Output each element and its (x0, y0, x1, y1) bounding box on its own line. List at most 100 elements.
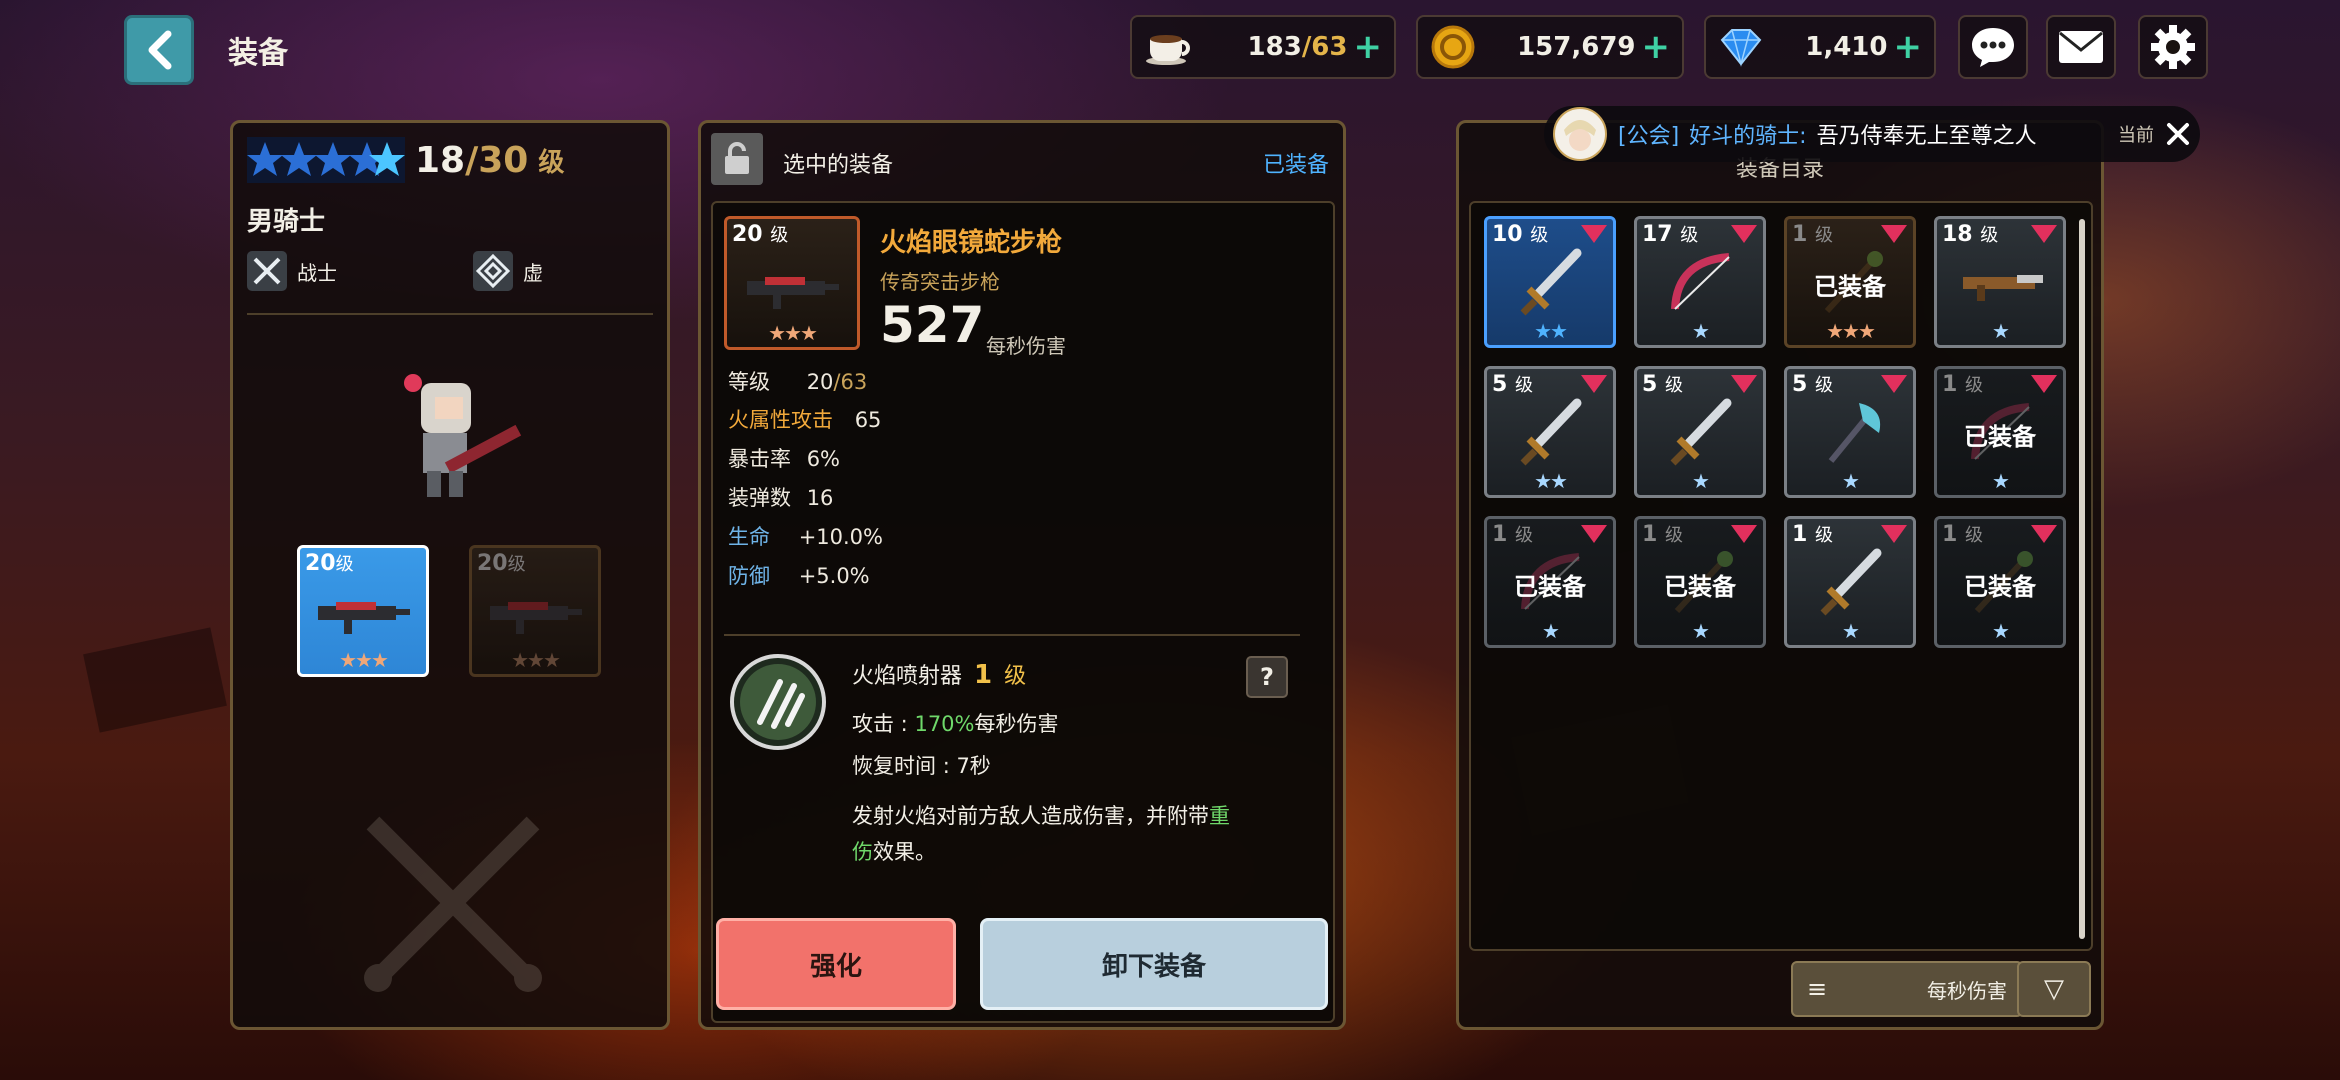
chat-tag: 当前 (2118, 125, 2154, 146)
stat-row-fire-attack: 火属性攻击 65 (728, 408, 882, 432)
rifle-icon (747, 277, 839, 309)
catalog-item-stars: ★ (1692, 469, 1710, 493)
catalog-item-stars: ★ (1842, 469, 1860, 493)
hero-stars-icon (247, 137, 405, 183)
new-indicator-icon (1881, 225, 1907, 243)
mail-button[interactable] (2046, 15, 2116, 79)
chat-channel: [公会] (1618, 124, 1680, 149)
hero-weapon-slot-2[interactable]: 20级 ★★★ (469, 545, 601, 677)
close-icon[interactable] (2164, 120, 2192, 148)
level-suffix: 级 (1664, 375, 1683, 396)
filter-triangle-icon: ▽ (2044, 974, 2064, 1004)
skill-level-unit: 级 (1004, 664, 1027, 689)
stamina-max: /63 (1301, 32, 1348, 62)
selected-item-name: 火焰眼镜蛇步枪 (880, 228, 1063, 258)
catalog-item-level: 5 (1642, 372, 1658, 397)
catalog-item-stars: ★ (1992, 469, 2010, 493)
equipped-tag: 已装备 (1262, 153, 1329, 178)
back-button[interactable] (124, 15, 194, 85)
catalog-item-2[interactable]: 17 级 ★ (1634, 216, 1766, 348)
selected-item-stars: ★★★ (768, 321, 818, 345)
sort-list-icon: ≡ (1807, 975, 1828, 1003)
catalog-item-equipped: 已装备 (1814, 273, 1886, 301)
catalog-scrollbar[interactable] (2079, 219, 2085, 939)
catalog-item-9[interactable]: 1 级已装备 ★ (1484, 516, 1616, 648)
new-indicator-icon (1731, 525, 1757, 543)
skill-desc-part1: 发射火焰对前方敌人造成伤害，并附带 (852, 804, 1209, 828)
selected-item-dps-label: 每秒伤害 (986, 334, 1066, 358)
catalog-item-4[interactable]: 18 级 ★ (1934, 216, 2066, 348)
hero-element: 虚 (473, 251, 543, 291)
hero-level-unit: 级 (538, 147, 565, 178)
new-indicator-icon (1581, 375, 1607, 393)
catalog-item-8[interactable]: 1 级已装备 ★ (1934, 366, 2066, 498)
filter-button[interactable]: ▽ (2017, 961, 2091, 1017)
catalog-item-7[interactable]: 5 级 ★ (1784, 366, 1916, 498)
catalog-item-3[interactable]: 1 级已装备 ★★★ (1784, 216, 1916, 348)
sort-label: 每秒伤害 (1927, 978, 2007, 1003)
skill-cooldown-line: 恢复时间 : 7秒 (852, 750, 991, 780)
guild-chat-bar[interactable]: [公会] 好斗的骑士: 吾乃侍奉无上至尊之人 当前 (1544, 106, 2200, 162)
level-suffix: 级 (1980, 225, 1999, 246)
catalog-item-stars: ★ (1692, 319, 1710, 343)
catalog-item-level: 1 (1642, 522, 1658, 547)
catalog-item-level: 1 (1492, 522, 1508, 547)
gold-counter[interactable]: 157,679 + (1416, 15, 1684, 79)
avatar (1553, 107, 1607, 161)
catalog-item-equipped: 已装备 (1964, 573, 2036, 601)
hero-element-label: 虚 (523, 260, 543, 285)
lock-button[interactable] (711, 133, 763, 185)
hero-weapon-slot-1[interactable]: 20级 ★★★ (297, 545, 429, 677)
selected-item-icon: 20 级 ★★★ (724, 216, 860, 350)
catalog-item-11[interactable]: 1 级 ★ (1784, 516, 1916, 648)
level-suffix: 级 (1530, 225, 1549, 246)
catalog-item-12[interactable]: 1 级已装备 ★ (1934, 516, 2066, 648)
add-stamina-icon[interactable]: + (1354, 27, 1383, 67)
level-suffix: 级 (1664, 525, 1683, 546)
catalog-item-equipped: 已装备 (1664, 573, 1736, 601)
skill-attack-suffix: 每秒伤害 (974, 712, 1059, 736)
catalog-item-6[interactable]: 5 级 ★ (1634, 366, 1766, 498)
level-suffix: 级 (1680, 225, 1699, 246)
level-suffix: 级 (335, 554, 354, 575)
new-indicator-icon (1731, 375, 1757, 393)
catalog-item-stars: ★ (1542, 619, 1560, 643)
gold-coin-icon (1431, 25, 1475, 69)
skill-help-button[interactable]: ? (1246, 656, 1288, 698)
catalog-item-5[interactable]: 5 级 ★★ (1484, 366, 1616, 498)
catalog-item-stars: ★ (1992, 619, 2010, 643)
chat-message: 吾乃侍奉无上至尊之人 (1816, 124, 2037, 149)
skill-desc-highlight-1: 重 (1209, 804, 1230, 828)
sort-button[interactable]: ≡ 每秒伤害 (1791, 961, 2023, 1017)
catalog-item-level: 1 (1942, 522, 1958, 547)
catalog-item-level: 1 (1792, 222, 1808, 247)
coffee-cup-icon (1146, 35, 1190, 65)
level-suffix: 级 (507, 554, 526, 575)
catalog-item-level: 10 (1492, 222, 1523, 247)
upgrade-button[interactable]: 强化 (716, 918, 956, 1010)
catalog-item-level: 18 (1942, 222, 1973, 247)
hero-level-row: 18/30 级 (247, 137, 564, 183)
stamina-counter[interactable]: 183/63 + (1130, 15, 1396, 79)
gear-icon (2151, 25, 2195, 69)
add-gem-icon[interactable]: + (1894, 27, 1923, 67)
catalog-item-1[interactable]: 10 级 ★★ (1484, 216, 1616, 348)
hero-name: 男骑士 (247, 207, 326, 237)
unequip-button[interactable]: 卸下装备 (980, 918, 1328, 1010)
level-suffix: 级 (1814, 375, 1833, 396)
stamina-current: 183 (1247, 32, 1302, 62)
chat-button[interactable] (1958, 15, 2028, 79)
catalog-item-level: 17 (1642, 222, 1673, 247)
catalog-item-stars: ★ (1692, 619, 1710, 643)
weapon-slot-2-level: 20 (477, 551, 508, 576)
skill-title: 火焰喷射器 1 级 (852, 658, 1026, 690)
level-suffix: 级 (1514, 375, 1533, 396)
settings-button[interactable] (2138, 15, 2208, 79)
catalog-item-10[interactable]: 1 级已装备 ★ (1634, 516, 1766, 648)
gem-counter[interactable]: 1,410 + (1704, 15, 1936, 79)
add-gold-icon[interactable]: + (1642, 27, 1671, 67)
gold-value: 157,679 (1517, 32, 1636, 62)
selected-header-label: 选中的装备 (783, 153, 894, 178)
selected-item-level: 20 (732, 222, 763, 247)
level-suffix: 级 (1964, 525, 1983, 546)
